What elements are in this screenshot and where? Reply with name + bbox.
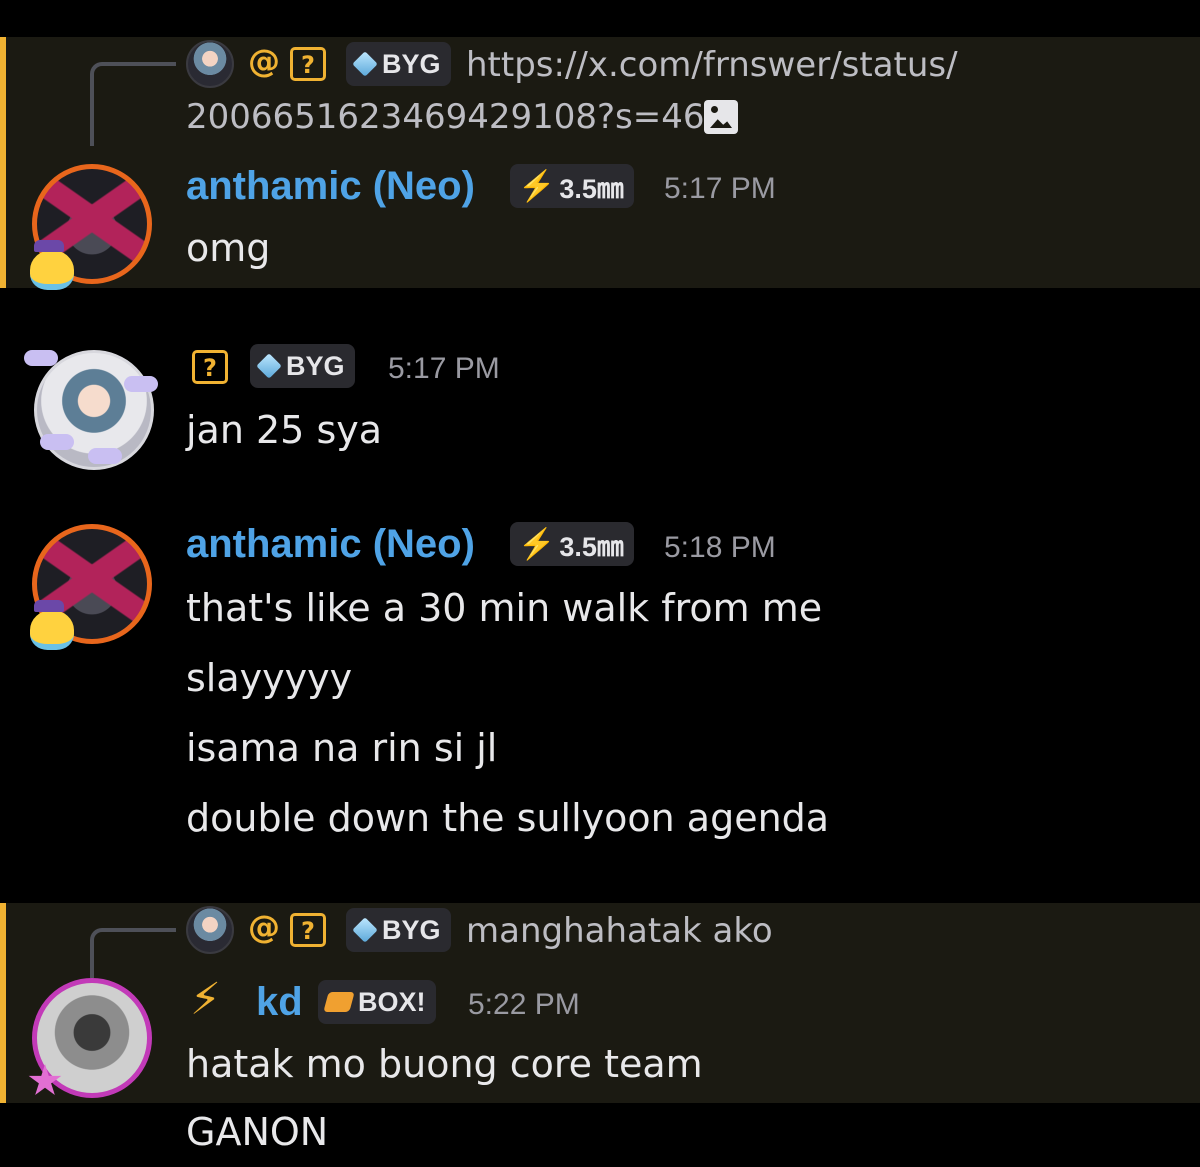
unknown-user-icon[interactable]: ?: [290, 913, 326, 947]
cloud-decoration: [40, 434, 74, 450]
timestamp[interactable]: 5:17 PM: [664, 172, 776, 206]
gem-icon: [352, 917, 378, 943]
unknown-user-icon[interactable]: ?: [192, 350, 228, 384]
reply-preview-text-cont[interactable]: 2006651623469429108?s=46: [186, 92, 705, 142]
role-tag-label: BYG: [382, 48, 441, 79]
reply-connector: [90, 62, 176, 146]
mention-at: @: [248, 42, 280, 80]
mention-bar: [0, 37, 6, 288]
mention-at: @: [248, 908, 280, 946]
duck-hat: [34, 240, 64, 252]
message-line: slayyyyy: [186, 656, 353, 700]
cloud-decoration: [24, 350, 58, 366]
cloud-decoration: [124, 376, 158, 392]
timestamp[interactable]: 5:18 PM: [664, 531, 776, 565]
mention-bar: [0, 903, 6, 1103]
reply-connector: [90, 928, 176, 978]
image-icon: [704, 100, 738, 134]
role-tag-label: BYG: [286, 350, 345, 381]
role-tag-label: 3.5㎜: [559, 531, 624, 562]
reply-avatar[interactable]: [186, 40, 234, 88]
gem-icon: [256, 353, 282, 379]
role-tag-byg[interactable]: BYG: [346, 908, 451, 952]
message-line: jan 25 sya: [186, 408, 383, 452]
role-tag-size[interactable]: ⚡ 3.5㎜: [510, 164, 634, 208]
message-line: hatak mo buong core team: [186, 1042, 703, 1086]
role-tag-byg[interactable]: BYG: [346, 42, 451, 86]
role-tag-label: 3.5㎜: [559, 173, 624, 204]
lightning-icon: ⚡: [518, 527, 556, 561]
message-line: isama na rin si jl: [186, 726, 498, 770]
timestamp[interactable]: 5:17 PM: [388, 352, 500, 386]
username[interactable]: kd: [256, 980, 303, 1025]
message-line: that's like a 30 min walk from me: [186, 586, 823, 630]
duck-decoration: [30, 250, 74, 290]
role-tag-label: BYG: [382, 914, 441, 945]
role-tag-size[interactable]: ⚡ 3.5㎜: [510, 522, 634, 566]
role-tag-box[interactable]: BOX!: [318, 980, 436, 1024]
username[interactable]: anthamic (Neo): [186, 164, 475, 209]
cloud-decoration: [88, 448, 122, 464]
role-tag-byg[interactable]: BYG: [250, 344, 355, 388]
reply-preview-text[interactable]: https://x.com/frnswer/status/: [466, 40, 958, 90]
gem-icon: [352, 51, 378, 77]
lightning-icon: ⚡: [518, 169, 556, 203]
message-line: GANON: [186, 1110, 329, 1154]
lightning-icon: ⚡: [190, 974, 221, 1025]
username[interactable]: anthamic (Neo): [186, 522, 475, 567]
duck-hat: [34, 600, 64, 612]
timestamp[interactable]: 5:22 PM: [468, 988, 580, 1022]
message-line: omg: [186, 226, 271, 270]
reply-preview-text[interactable]: manghahatak ako: [466, 906, 773, 956]
duck-decoration: [30, 610, 74, 650]
reply-avatar[interactable]: [186, 906, 234, 954]
unknown-user-icon[interactable]: ?: [290, 47, 326, 81]
message-line: double down the sullyoon agenda: [186, 796, 830, 840]
role-tag-label: BOX!: [358, 986, 426, 1017]
box-icon: [323, 992, 355, 1012]
